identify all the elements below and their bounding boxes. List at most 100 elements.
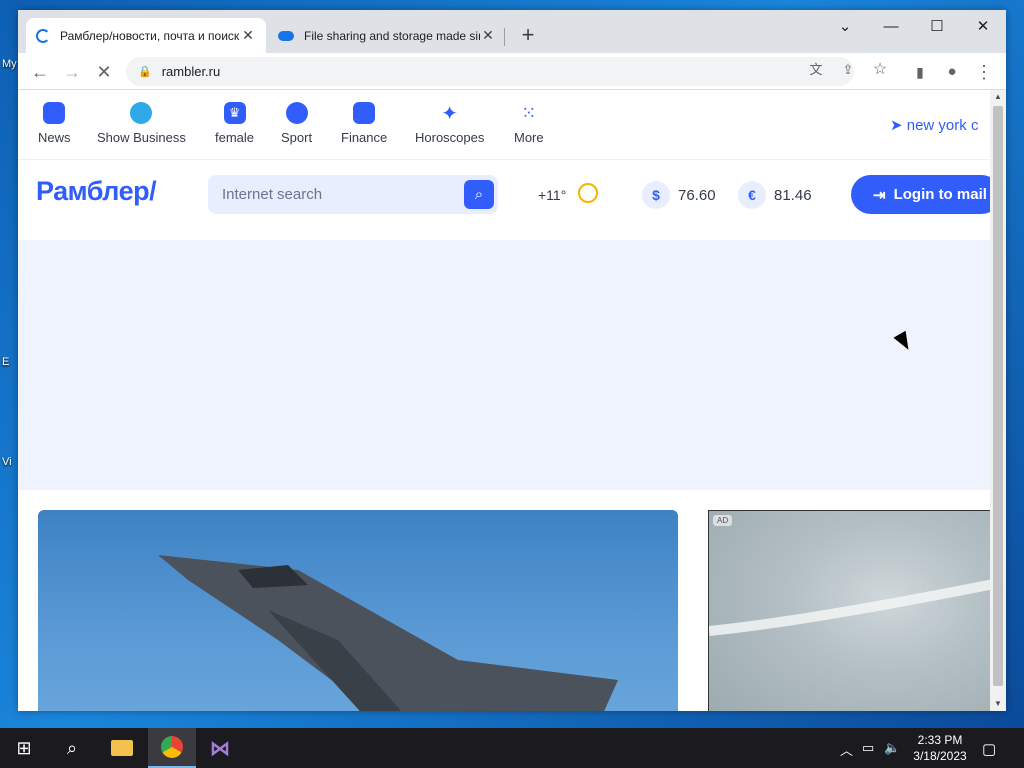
- login-icon: ⇥: [873, 186, 886, 204]
- folder-icon: [111, 740, 133, 756]
- weather-temp[interactable]: +11°: [538, 187, 566, 203]
- tab-file-sharing[interactable]: File sharing and storage made simple ✕: [268, 18, 506, 53]
- nav-label: Finance: [341, 130, 388, 145]
- desktop-icon-label[interactable]: Vi: [2, 456, 12, 468]
- volume-icon[interactable]: 🔈: [884, 740, 900, 756]
- minimize-button[interactable]: —: [868, 14, 914, 42]
- login-label: Login to mail: [893, 186, 987, 203]
- windows-icon: ⊞: [16, 737, 32, 758]
- close-window-button[interactable]: ✕: [960, 14, 1006, 42]
- sun-icon: [578, 183, 598, 203]
- translate-icon[interactable]: 文: [804, 58, 828, 82]
- loading-icon: [36, 28, 50, 43]
- ball-icon: [285, 102, 308, 124]
- eur-rate[interactable]: € 81.46: [738, 181, 812, 209]
- search-button[interactable]: ⌕: [464, 180, 494, 209]
- url-text: rambler.ru: [161, 64, 221, 79]
- menu-kebab-icon[interactable]: ⋮: [970, 58, 998, 86]
- wallet-icon: [353, 102, 376, 124]
- scroll-down-arrow-icon[interactable]: ▼: [990, 697, 1006, 711]
- stop-loading-button[interactable]: ✕: [90, 58, 118, 86]
- taskbar: ⊞ ⌕ ⋈ ︿ ▭ 🔈 2:33 PM 3/18/2023 ▢: [0, 728, 1024, 768]
- bookmark-star-icon[interactable]: ☆: [868, 58, 892, 82]
- tab-strip: Рамблер/новости, почта и поиск ✕ File sh…: [18, 10, 1006, 53]
- side-panel-icon[interactable]: ▮: [906, 58, 934, 86]
- star-icon: ✦: [441, 102, 459, 125]
- new-tab-button[interactable]: +: [514, 22, 542, 50]
- vertical-scrollbar[interactable]: ▲ ▼: [990, 90, 1006, 711]
- tab-rambler[interactable]: Рамблер/новости, почта и поиск ✕: [26, 18, 266, 53]
- site-header: Рамблер/ Internet search ⌕ +11° $ 76.60 …: [18, 160, 990, 240]
- nav-item-more[interactable]: ⁙ More: [514, 102, 544, 146]
- back-button[interactable]: ←: [26, 58, 54, 86]
- desktop-icon-label[interactable]: My: [2, 58, 17, 70]
- location-link[interactable]: ➤ new york c: [890, 116, 978, 134]
- tray-chevron-icon[interactable]: ︿: [840, 740, 853, 759]
- maximize-button[interactable]: ☐: [914, 14, 960, 42]
- browser-toolbar: ← → ✕ 🔒 rambler.ru 文 ⇪ ☆ ▮ ● ⋮: [18, 53, 1006, 90]
- euro-icon: €: [738, 181, 766, 209]
- visual-studio-icon: ⋈: [210, 737, 230, 760]
- nav-item-finance[interactable]: Finance: [341, 102, 387, 145]
- search-icon: ⌕: [66, 737, 78, 758]
- nav-label: female: [215, 130, 255, 145]
- chrome-icon: [161, 736, 183, 758]
- profile-avatar-icon[interactable]: ●: [938, 58, 966, 86]
- search-icon: ⌕: [474, 186, 484, 203]
- site-topnav: News Show Business ♛ female Sport Financ…: [18, 90, 990, 160]
- usd-rate[interactable]: $ 76.60: [642, 181, 716, 209]
- nav-item-sport[interactable]: Sport: [281, 102, 312, 145]
- cloud-icon: [278, 30, 294, 41]
- dollar-icon: $: [642, 181, 670, 209]
- nav-label: Horoscopes: [415, 130, 485, 145]
- start-button[interactable]: ⊞: [0, 728, 48, 768]
- nav-item-horoscopes[interactable]: ✦ Horoscopes: [415, 102, 485, 146]
- forward-button[interactable]: →: [58, 58, 86, 86]
- news-card-image[interactable]: [38, 510, 678, 711]
- search-input[interactable]: Internet search ⌕: [208, 175, 498, 214]
- news-icon: [43, 102, 66, 124]
- contrail-image: [709, 579, 990, 636]
- desktop-icon-label[interactable]: E: [2, 356, 9, 368]
- share-icon[interactable]: ⇪: [836, 58, 860, 82]
- address-bar[interactable]: 🔒 rambler.ru: [126, 57, 854, 86]
- web-page: News Show Business ♛ female Sport Financ…: [18, 90, 990, 711]
- clock-date: 3/18/2023: [913, 749, 967, 763]
- tab-search-button[interactable]: ⌄: [822, 14, 868, 42]
- file-explorer-button[interactable]: [98, 728, 146, 768]
- nav-label: Show Business: [97, 130, 186, 145]
- tab-separator: [504, 28, 505, 46]
- location-arrow-icon: ➤: [890, 117, 903, 134]
- location-text: new york c: [906, 117, 979, 134]
- visual-studio-button[interactable]: ⋈: [196, 728, 244, 768]
- rambler-logo[interactable]: Рамблер/: [36, 176, 157, 207]
- lock-icon[interactable]: 🔒: [138, 65, 152, 78]
- chrome-taskbar-button[interactable]: [148, 728, 196, 768]
- notifications-icon[interactable]: ▢: [982, 740, 996, 758]
- nav-item-show-business[interactable]: Show Business: [97, 102, 186, 145]
- microphone-icon: [130, 102, 153, 124]
- scroll-thumb[interactable]: [993, 106, 1003, 686]
- login-to-mail-button[interactable]: ⇥ Login to mail: [851, 175, 990, 214]
- nav-label: More: [514, 130, 544, 145]
- nav-label: Sport: [281, 130, 313, 145]
- search-taskbar-button[interactable]: ⌕: [48, 728, 96, 768]
- nav-item-news[interactable]: News: [38, 102, 71, 145]
- usd-rate-value: 76.60: [678, 186, 716, 204]
- fighter-jet-icon: [158, 555, 618, 711]
- tab-title: File sharing and storage made simple: [304, 28, 480, 43]
- network-icon[interactable]: ▭: [862, 740, 874, 756]
- scroll-up-arrow-icon[interactable]: ▲: [990, 90, 1006, 104]
- close-icon[interactable]: ✕: [480, 27, 496, 44]
- nav-item-female[interactable]: ♛ female: [215, 102, 254, 145]
- clock-time: 2:33 PM: [917, 733, 963, 747]
- banner-placeholder: [18, 240, 990, 490]
- tab-title: Рамблер/новости, почта и поиск: [60, 28, 240, 43]
- advertisement[interactable]: AD: [708, 510, 990, 711]
- crown-icon: ♛: [223, 102, 246, 124]
- close-icon[interactable]: ✕: [240, 27, 256, 44]
- clock[interactable]: 2:33 PM 3/18/2023: [904, 732, 976, 764]
- nav-label: News: [38, 130, 71, 145]
- browser-window: Рамблер/новости, почта и поиск ✕ File sh…: [18, 10, 1006, 711]
- eur-rate-value: 81.46: [774, 186, 812, 204]
